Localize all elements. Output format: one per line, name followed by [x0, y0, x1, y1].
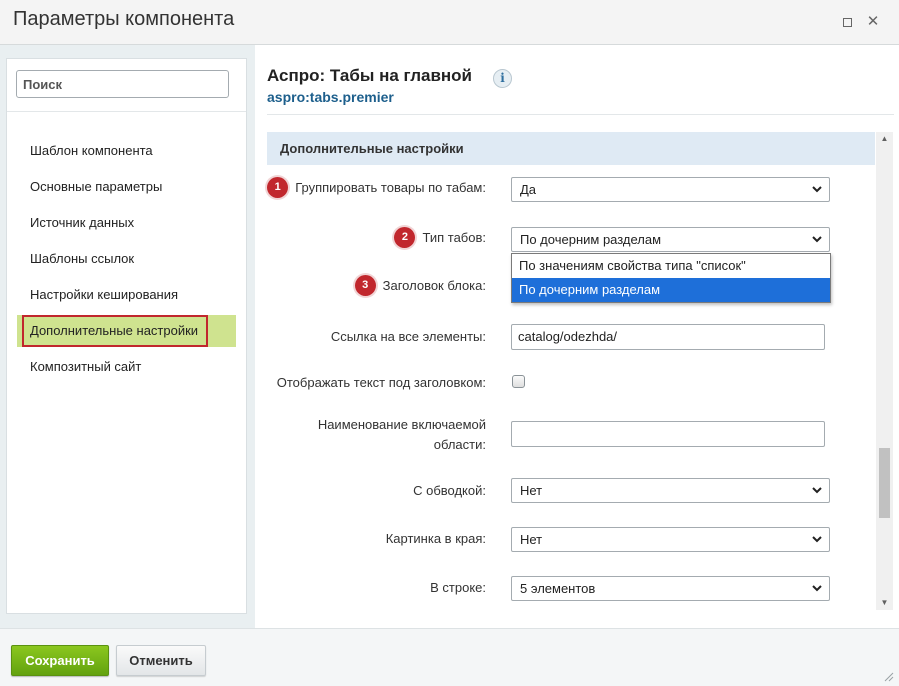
dialog-content: Шаблон компонента Основные параметры Ист… [0, 45, 899, 628]
show-text-label: Отображать текст под заголовком: [276, 375, 486, 390]
select-value: 5 элементов [520, 581, 596, 596]
resize-grip-icon[interactable] [882, 670, 894, 682]
chevron-down-icon [812, 585, 822, 592]
tab-type-select[interactable]: По дочерним разделам [511, 227, 830, 252]
include-area-label: Наименование включаемой области: [317, 417, 486, 452]
select-value: По дочерним разделам [520, 232, 662, 247]
tab-type-label: 2 Тип табов: [394, 227, 486, 248]
window-title: Параметры компонента [13, 8, 235, 30]
chevron-down-icon [812, 236, 822, 243]
save-button[interactable]: Сохранить [11, 645, 109, 676]
all-link-label: Ссылка на все элементы: [330, 329, 486, 344]
group-by-tabs-select[interactable]: Да [511, 177, 830, 202]
sidebar-item-label: Источник данных [30, 215, 135, 230]
chevron-down-icon [812, 536, 822, 543]
sidebar-item-link-templates[interactable]: Шаблоны ссылок [17, 243, 236, 275]
per-row-select[interactable]: 5 элементов [511, 576, 830, 601]
show-text-checkbox[interactable] [512, 375, 525, 388]
sidebar: Шаблон компонента Основные параметры Ист… [6, 58, 247, 614]
edge-image-label: Картинка в края: [385, 531, 486, 546]
chevron-down-icon [812, 186, 822, 193]
bordered-select[interactable]: Нет [511, 478, 830, 503]
vertical-scrollbar[interactable]: ▲ ▼ [876, 132, 893, 610]
close-icon[interactable]: ✕ [864, 13, 882, 31]
step-badge: 3 [354, 275, 376, 296]
sidebar-item-label: Основные параметры [30, 179, 163, 194]
sidebar-item-label: Композитный сайт [30, 359, 142, 374]
scrollbar-thumb[interactable] [879, 448, 890, 518]
step-badge: 1 [267, 177, 289, 198]
bordered-label: С обводкой: [413, 483, 486, 498]
select-value: Нет [520, 483, 543, 498]
dropdown-option-selected[interactable]: По дочерним разделам [512, 278, 830, 302]
window-titlebar: Параметры компонента ✕ [0, 0, 899, 45]
maximize-icon[interactable] [838, 13, 856, 31]
group-by-tabs-label: 1 Группировать товары по табам: [267, 177, 486, 198]
search-input[interactable] [16, 70, 229, 98]
sidebar-item-data-source[interactable]: Источник данных [17, 207, 236, 239]
component-code: aspro:tabs.premier [267, 89, 394, 105]
tab-type-dropdown-list: По значениям свойства типа "список" По д… [511, 253, 831, 303]
scroll-up-icon[interactable]: ▲ [876, 132, 893, 146]
sidebar-item-template[interactable]: Шаблон компонента [17, 135, 236, 167]
sidebar-item-label: Дополнительные настройки [30, 323, 199, 338]
select-value: Да [520, 182, 537, 197]
sidebar-item-label: Шаблон компонента [30, 143, 153, 158]
per-row-label: В строке: [430, 580, 486, 595]
sidebar-item-label: Настройки кеширования [30, 287, 179, 302]
component-title: Аспро: Табы на главной [267, 66, 472, 85]
sidebar-item-caching[interactable]: Настройки кеширования [17, 279, 236, 311]
chevron-down-icon [812, 487, 822, 494]
dropdown-option[interactable]: По значениям свойства типа "список" [512, 254, 830, 278]
divider [267, 114, 894, 115]
step-badge: 2 [394, 227, 416, 248]
sidebar-item-additional-settings[interactable]: Дополнительные настройки [17, 315, 236, 347]
edge-image-select[interactable]: Нет [511, 527, 830, 552]
sidebar-item-composite-site[interactable]: Композитный сайт [17, 351, 236, 383]
select-value: Нет [520, 532, 543, 547]
include-area-input[interactable] [511, 421, 825, 447]
info-icon[interactable]: i [493, 69, 512, 88]
scroll-down-icon[interactable]: ▼ [876, 596, 893, 610]
sidebar-item-basic-params[interactable]: Основные параметры [17, 171, 236, 203]
search-container [7, 59, 246, 112]
sidebar-item-label: Шаблоны ссылок [30, 251, 135, 266]
cancel-button[interactable]: Отменить [116, 645, 206, 676]
all-link-input[interactable]: catalog/odezhda/ [511, 324, 825, 350]
block-title-label: 3 Заголовок блока: [354, 275, 486, 296]
section-header: Дополнительные настройки [267, 132, 875, 165]
settings-panel: Аспро: Табы на главной i aspro:tabs.prem… [255, 45, 899, 628]
dialog-footer: Сохранить Отменить [0, 628, 899, 686]
